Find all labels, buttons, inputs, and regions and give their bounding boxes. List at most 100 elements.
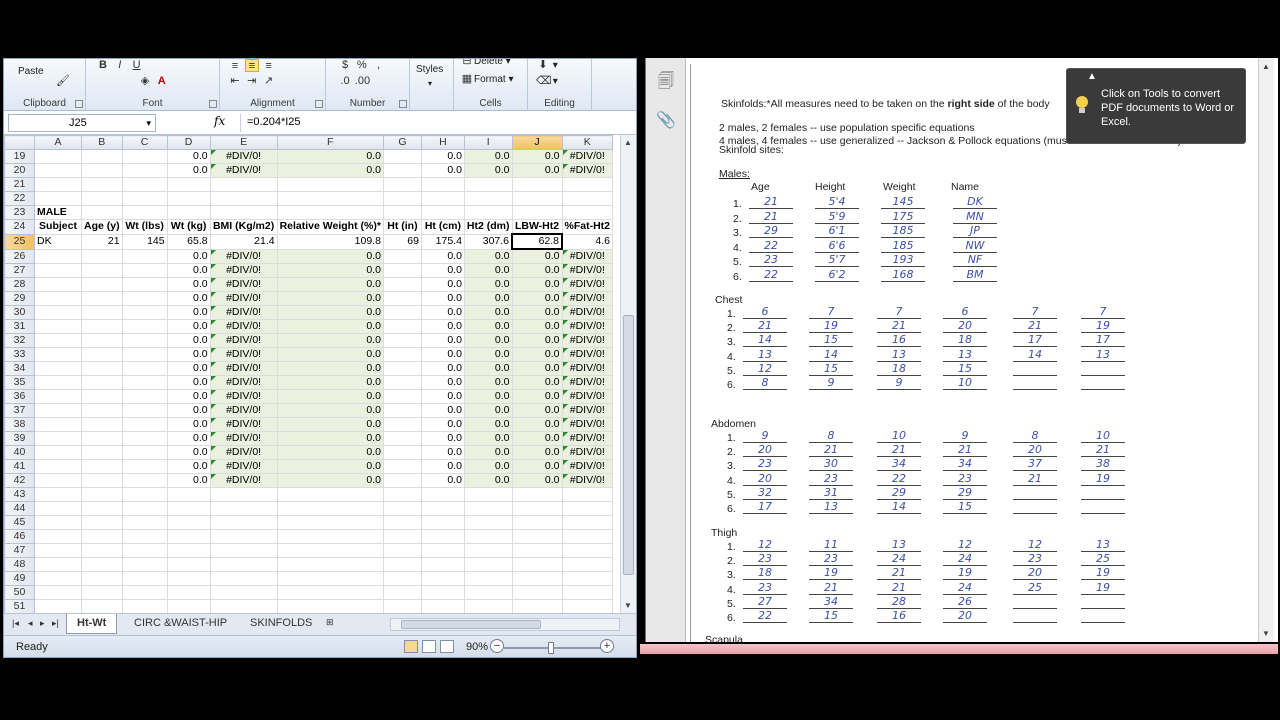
cell-f46[interactable] — [276, 529, 384, 544]
row-header[interactable]: 30 — [4, 305, 35, 320]
cell-i19[interactable]: 0.0 — [463, 149, 513, 164]
cell-f25[interactable]: 109.8 — [276, 233, 384, 250]
cell-k19[interactable]: #DIV/0! — [561, 149, 614, 164]
cell-k23[interactable] — [561, 205, 614, 220]
cell-f42[interactable]: 0.0 — [276, 473, 384, 488]
cell-d32[interactable]: 0.0 — [166, 333, 211, 348]
cell-j46[interactable] — [511, 529, 563, 544]
cell-h29[interactable]: 0.0 — [420, 291, 465, 306]
cell-k33[interactable]: #DIV/0! — [561, 347, 614, 362]
cell-j20[interactable]: 0.0 — [511, 163, 563, 178]
cell-a41[interactable] — [34, 459, 82, 474]
cell-c28[interactable] — [121, 277, 168, 292]
cell-j21[interactable] — [511, 177, 563, 192]
cell-g22[interactable] — [382, 191, 422, 206]
cell-i40[interactable]: 0.0 — [463, 445, 513, 460]
cell-j37[interactable]: 0.0 — [511, 403, 563, 418]
cell-g44[interactable] — [382, 501, 422, 516]
cell-a49[interactable] — [34, 571, 82, 586]
cell-c51[interactable] — [121, 599, 168, 613]
row-header[interactable]: 42 — [4, 473, 35, 488]
cell-e20[interactable]: #DIV/0! — [209, 163, 278, 178]
format-painter-icon[interactable]: 🖌 — [56, 75, 70, 89]
row-header[interactable]: 43 — [4, 487, 35, 502]
formula-input[interactable]: =0.204*I25 — [240, 114, 620, 132]
cell-h33[interactable]: 0.0 — [420, 347, 465, 362]
cell-f36[interactable]: 0.0 — [276, 389, 384, 404]
bold-icon[interactable]: B — [96, 59, 110, 72]
cell-i44[interactable] — [463, 501, 513, 516]
cell-f20[interactable]: 0.0 — [276, 163, 384, 178]
row-header[interactable]: 32 — [4, 333, 35, 348]
cell-j33[interactable]: 0.0 — [511, 347, 563, 362]
cell-f29[interactable]: 0.0 — [276, 291, 384, 306]
cell-k51[interactable] — [561, 599, 614, 613]
cell-h26[interactable]: 0.0 — [420, 248, 465, 264]
cell-h34[interactable]: 0.0 — [420, 361, 465, 376]
currency-icon[interactable]: $ — [338, 59, 352, 72]
cell-j42[interactable]: 0.0 — [511, 473, 563, 488]
cell-i46[interactable] — [463, 529, 513, 544]
cell-d41[interactable]: 0.0 — [166, 459, 211, 474]
collapse-chevron-icon[interactable]: ▲ — [1087, 71, 1097, 82]
cell-f32[interactable]: 0.0 — [276, 333, 384, 348]
cell-g49[interactable] — [382, 571, 422, 586]
cell-g46[interactable] — [382, 529, 422, 544]
cell-c43[interactable] — [121, 487, 168, 502]
cell-j51[interactable] — [511, 599, 563, 613]
cell-e26[interactable]: #DIV/0! — [209, 248, 278, 264]
cell-d22[interactable] — [166, 191, 211, 206]
font-color-icon[interactable]: A — [155, 75, 169, 88]
cell-j31[interactable]: 0.0 — [511, 319, 563, 334]
increase-indent-icon[interactable]: ⇥ — [245, 75, 259, 88]
clear-icon[interactable]: ⌫ ▾ — [536, 75, 558, 89]
column-header-g[interactable]: G — [382, 135, 422, 150]
cell-c41[interactable] — [121, 459, 168, 474]
cell-i51[interactable] — [463, 599, 513, 613]
decrease-indent-icon[interactable]: ⇤ — [228, 75, 242, 88]
cell-i27[interactable]: 0.0 — [463, 263, 513, 278]
cell-g37[interactable] — [382, 403, 422, 418]
cell-h41[interactable]: 0.0 — [420, 459, 465, 474]
row-header[interactable]: 22 — [4, 191, 35, 206]
cell-f41[interactable]: 0.0 — [276, 459, 384, 474]
sheet-tab-skinfolds[interactable]: SKINFOLDS — [240, 614, 322, 634]
cell-d30[interactable]: 0.0 — [166, 305, 211, 320]
cell-f19[interactable]: 0.0 — [276, 149, 384, 164]
page-break-view-icon[interactable] — [440, 640, 454, 653]
cell-j38[interactable]: 0.0 — [511, 417, 563, 432]
cell-i29[interactable]: 0.0 — [463, 291, 513, 306]
cell-d19[interactable]: 0.0 — [166, 149, 211, 164]
cell-i47[interactable] — [463, 543, 513, 558]
cell-e51[interactable] — [209, 599, 278, 613]
cell-h47[interactable] — [420, 543, 465, 558]
cell-c23[interactable] — [121, 205, 168, 220]
cell-a43[interactable] — [34, 487, 82, 502]
cell-b32[interactable] — [81, 333, 123, 348]
row-header[interactable]: 38 — [4, 417, 35, 432]
cell-g23[interactable] — [382, 205, 422, 220]
font-launcher-icon[interactable] — [209, 100, 217, 108]
horizontal-scrollbar[interactable] — [390, 618, 620, 631]
column-header-d[interactable]: D — [166, 135, 211, 150]
alignment-launcher-icon[interactable] — [315, 100, 323, 108]
row-header[interactable]: 33 — [4, 347, 35, 362]
cell-b36[interactable] — [81, 389, 123, 404]
cell-g35[interactable] — [382, 375, 422, 390]
cell-c33[interactable] — [121, 347, 168, 362]
cell-a27[interactable] — [34, 263, 82, 278]
cell-a48[interactable] — [34, 557, 82, 572]
cell-a22[interactable] — [34, 191, 82, 206]
cell-d47[interactable] — [166, 543, 211, 558]
cell-a44[interactable] — [34, 501, 82, 516]
cell-g19[interactable] — [382, 149, 422, 164]
cell-f44[interactable] — [276, 501, 384, 516]
cell-k36[interactable]: #DIV/0! — [561, 389, 614, 404]
cell-c37[interactable] — [121, 403, 168, 418]
cell-c26[interactable] — [121, 248, 168, 264]
column-header-b[interactable]: B — [81, 135, 123, 150]
row-header[interactable]: 41 — [4, 459, 35, 474]
cell-f37[interactable]: 0.0 — [276, 403, 384, 418]
cell-c40[interactable] — [121, 445, 168, 460]
cell-h49[interactable] — [420, 571, 465, 586]
